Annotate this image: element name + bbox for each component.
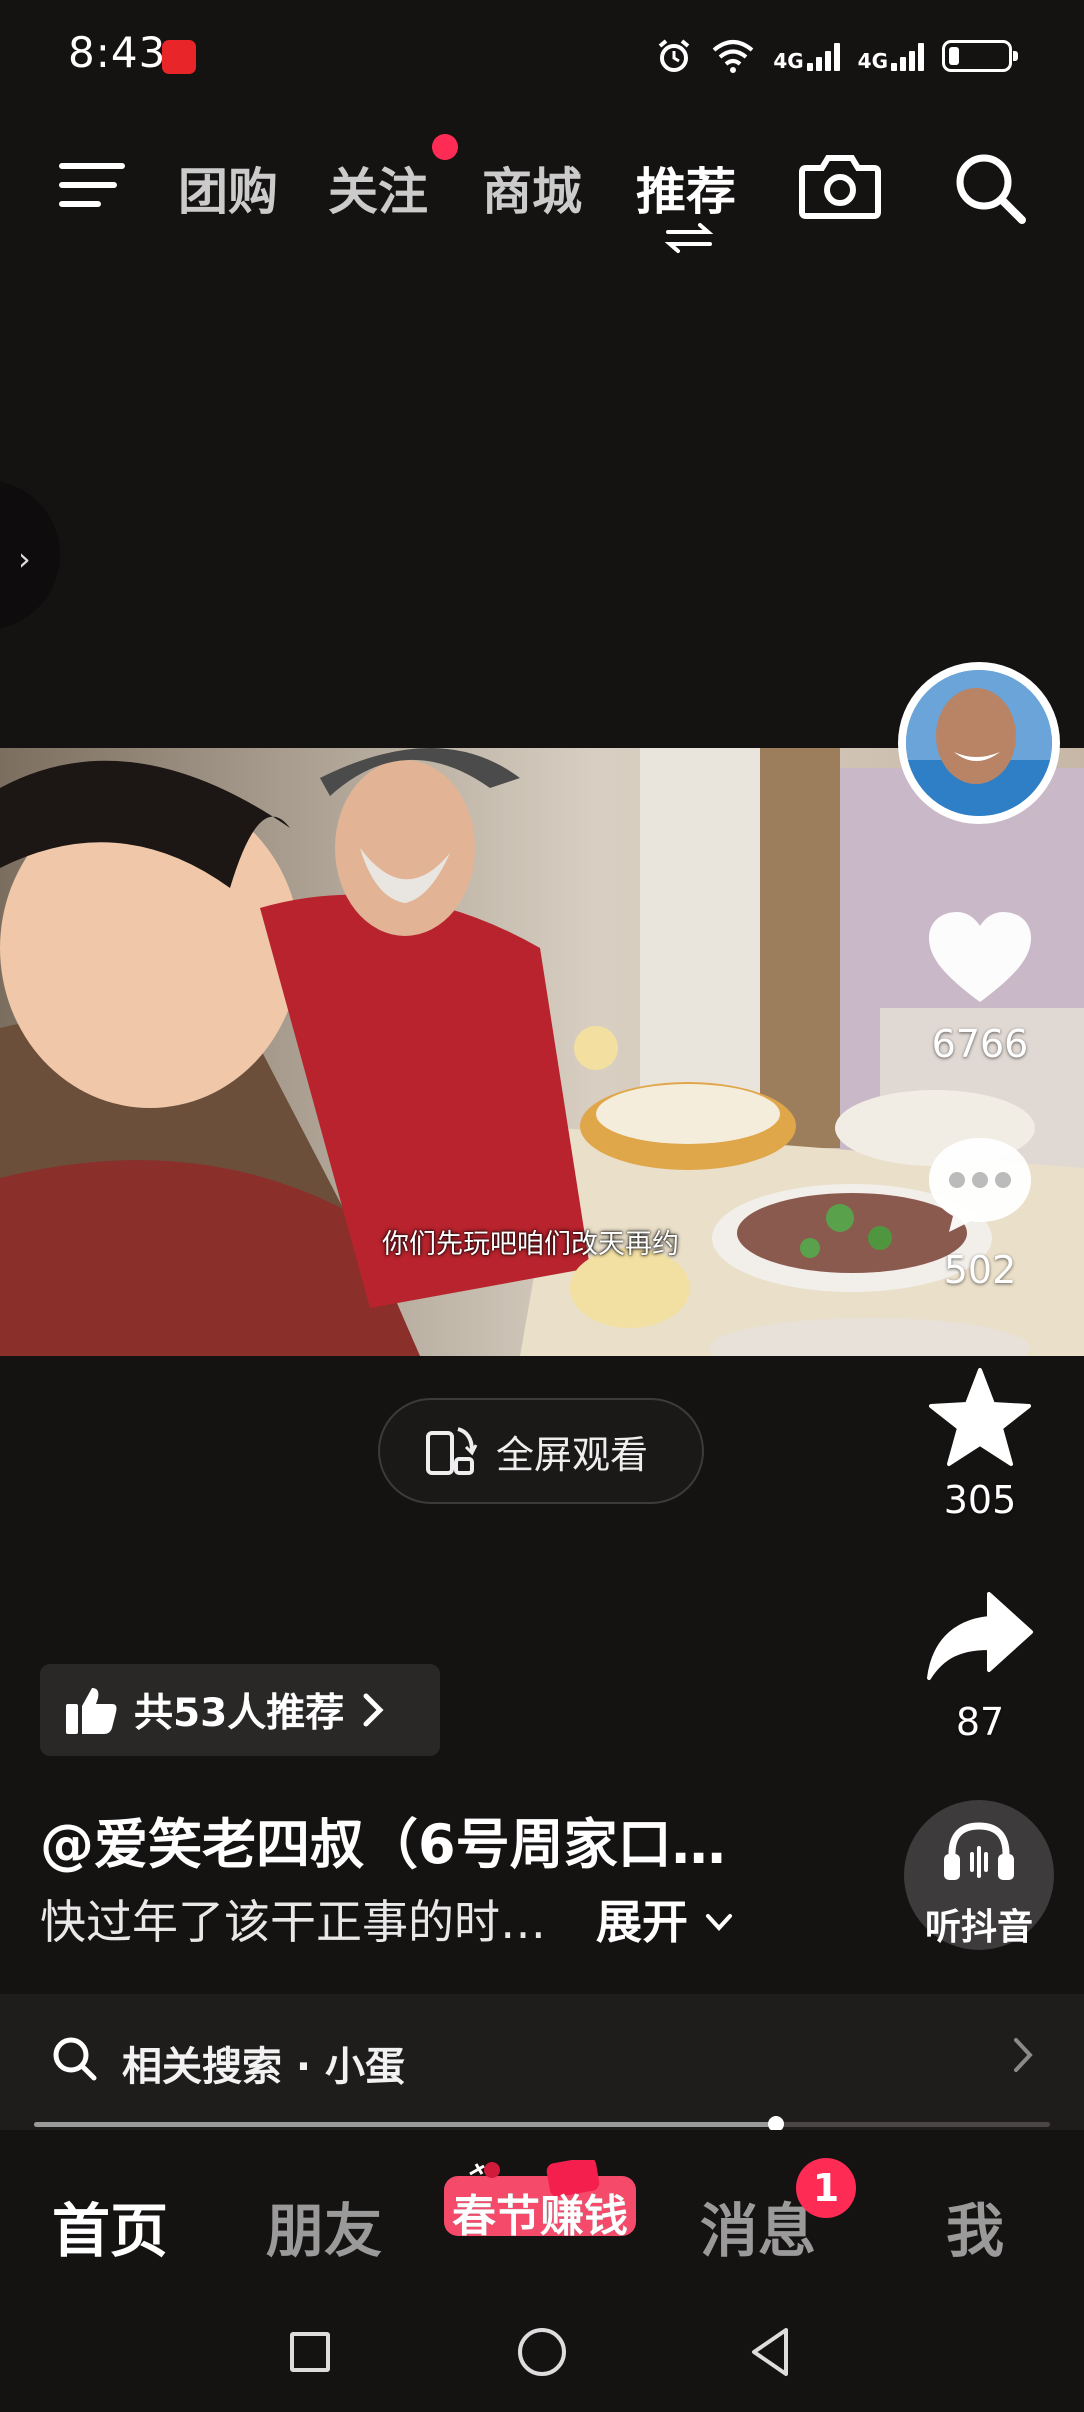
related-search-label: 相关搜索 · 小蛋 [122,2044,406,2090]
avatar-image [906,670,1052,816]
like-button[interactable] [900,908,1060,1012]
status-time: 8:43 [68,28,167,77]
network-type-label: 4G [857,49,888,73]
author-avatar[interactable] [906,670,1052,816]
fullscreen-button[interactable]: 全屏观看 [378,1398,704,1504]
tab-friends[interactable]: 朋友 [266,2184,382,2268]
fullscreen-label: 全屏观看 [496,1432,649,1477]
signal-1: 4G [773,41,840,73]
battery-icon [942,40,1018,72]
app-notification-icon [162,40,196,74]
home-button[interactable] [518,2328,566,2376]
recommend-label: 共53人推荐 [134,1691,345,1736]
rotate-screen-icon [426,1427,478,1475]
expand-label: 展开 [596,1895,688,1949]
comment-button[interactable] [900,1132,1060,1240]
search-icon [53,2037,97,2081]
network-type-label: 4G [773,49,804,73]
favorite-button[interactable] [900,1366,1060,1474]
tab-home[interactable]: 首页 [52,2184,168,2268]
like-count: 6766 [931,1022,1029,1066]
heart-icon [929,912,1031,1002]
status-icons: 4G 4G [655,34,1018,78]
tab-tuijian[interactable]: 推荐 [636,152,736,224]
chevron-down-icon [706,1914,733,1931]
message-badge: 1 [796,2158,856,2218]
back-button[interactable] [748,2326,792,2378]
expand-button[interactable]: 展开 [596,1886,734,1952]
tab-shangcheng[interactable]: 商城 [482,152,582,224]
tab-me[interactable]: 我 [946,2184,1004,2268]
search-icon[interactable] [950,148,1030,228]
author-name[interactable]: @爱笑老四叔（6号周家口… [40,1800,726,1879]
earn-label: 春节赚钱 [452,2191,628,2242]
tab-guanzhu[interactable]: 关注 [328,152,428,224]
wifi-icon [713,40,754,73]
progress-fill [34,2122,776,2127]
headphones-icon [944,1822,1014,1880]
listen-label: 听抖音 [924,1907,1033,1948]
camera-icon[interactable] [798,150,882,222]
video-subtitle: 你们先玩吧咱们改天再约 [382,1229,679,1260]
menu-icon[interactable] [58,160,128,210]
share-count: 87 [955,1700,1005,1744]
share-button[interactable] [900,1590,1060,1688]
chevron-right-icon[interactable] [1008,2030,1038,2080]
recent-apps-button[interactable] [290,2332,330,2372]
chevron-right-icon[interactable]: › [18,540,31,578]
alarm-icon [659,39,690,72]
tab-tuangou[interactable]: 团购 [178,152,278,224]
comment-icon [929,1138,1031,1232]
comment-count: 502 [943,1248,1017,1292]
share-icon [927,1592,1033,1680]
chevron-right-icon [363,1693,384,1727]
recommend-button[interactable]: 共53人推荐 [40,1664,440,1756]
notification-dot [432,134,458,160]
signal-2: 4G [858,41,924,71]
star-icon [929,1368,1031,1466]
favorite-count: 305 [943,1478,1017,1522]
video-description: 快过年了该干正事的时… [40,1895,546,1949]
thumbs-up-icon [66,1688,117,1734]
swap-icon[interactable] [664,222,714,254]
